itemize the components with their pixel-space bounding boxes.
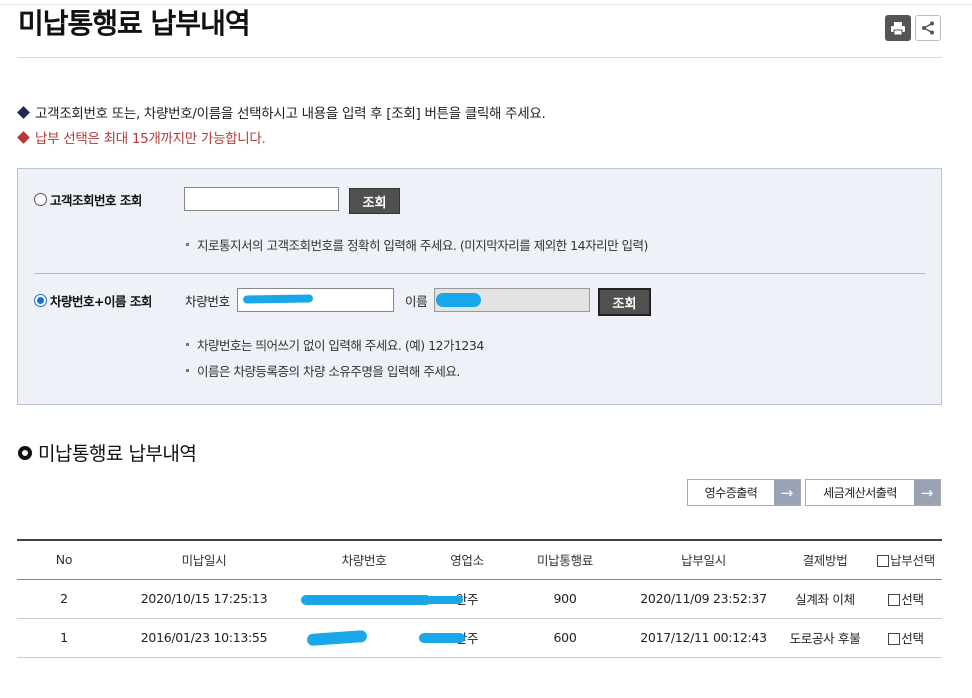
square-bullet-icon [186,343,189,346]
arrow-right-icon: → [774,480,800,505]
square-bullet-icon [186,369,189,372]
square-bullet-icon [186,243,189,246]
table-header-row: No 미납일시 차량번호 영업소 미납통행료 납부일시 결제방법 납부선택 [17,539,942,580]
share-icon [922,21,934,35]
payment-history-table: No 미납일시 차량번호 영업소 미납통행료 납부일시 결제방법 납부선택 2 … [17,539,942,658]
cell-method: 실계좌 이체 [780,579,870,619]
title-divider [17,57,942,58]
redaction-mark [419,632,465,643]
section-title: 미납통행료 납부내역 [18,439,197,466]
row-checkbox[interactable] [888,633,901,645]
table-row: 1 2016/01/23 10:13:55 안주 600 2017/12/11 … [17,618,942,658]
customer-number-hint: 지로통지서의 고객조회번호를 정확히 입력해 주세요. (미지막자리를 제외한 … [186,235,648,254]
arrow-right-icon: → [914,480,940,505]
header-office: 영업소 [431,539,503,580]
notice-text: 납부 선택은 최대 15개까지만 가능합니다. [35,131,266,147]
car-number-label: 차량번호 [185,294,230,309]
customer-query-button[interactable]: 조회 [349,188,400,214]
panel-divider [34,273,925,274]
receipt-print-button[interactable]: 영수증출력 → [687,479,801,506]
redaction-mark [436,293,481,307]
header-no: No [17,539,111,580]
cell-office: 안주 [423,579,503,619]
print-button[interactable] [885,15,911,41]
ring-bullet-icon [18,445,32,460]
radio-label: 차량번호+이름 조회 [50,294,152,309]
car-number-hint: 차량번호는 띄어쓰기 없이 입력해 주세요. (예) 12가1234 [186,335,484,354]
page-title: 미납통행료 납부내역 [18,7,251,40]
header-car-number: 차량번호 [297,539,431,580]
cell-no: 2 [17,579,111,619]
car-query-button[interactable]: 조회 [598,288,651,316]
redaction-mark [423,595,463,604]
radio-icon[interactable] [34,193,47,206]
select-all-checkbox[interactable] [877,555,890,568]
notice-text: 고객조회번호 또는, 차량번호/이름을 선택하시고 내용을 입력 후 [조회] … [35,106,546,122]
row-checkbox[interactable] [888,594,901,606]
search-panel: 고객조회번호 조회 조회 지로통지서의 고객조회번호를 정확히 입력해 주세요.… [17,168,942,405]
header-method: 결제방법 [780,539,870,580]
cell-office: 안주 [419,618,503,658]
radio-label: 고객조회번호 조회 [50,193,142,208]
tax-invoice-print-button[interactable]: 세금계산서출력 → [805,479,941,506]
redaction-mark [301,594,431,605]
diamond-bullet-icon [17,105,30,119]
owner-name-hint: 이름은 차량등록증의 차량 소유주명을 입력해 주세요. [186,361,460,380]
cell-amount: 900 [503,579,627,619]
cell-amount: 600 [503,618,627,658]
customer-number-input[interactable] [184,187,339,211]
header-select-all[interactable]: 납부선택 [870,539,942,580]
cell-car-number [297,579,431,619]
cell-paid-date: 2020/11/09 23:52:37 [627,579,780,619]
cell-unpaid-date: 2016/01/23 10:13:55 [111,618,297,658]
notice-limit: 납부 선택은 최대 15개까지만 가능합니다. [17,127,266,147]
header-amount: 미납통행료 [503,539,627,580]
header-paid-date: 납부일시 [627,539,780,580]
radio-checked-icon[interactable] [34,294,47,307]
header-unpaid-date: 미납일시 [111,539,297,580]
cell-unpaid-date: 2020/10/15 17:25:13 [111,579,297,619]
printer-icon [891,21,905,35]
radio-car-name[interactable]: 차량번호+이름 조회 [34,291,152,310]
notice-instruction: 고객조회번호 또는, 차량번호/이름을 선택하시고 내용을 입력 후 [조회] … [17,102,546,122]
cell-no: 1 [17,618,111,658]
table-row: 2 2020/10/15 17:25:13 안주 900 2020/11/09 … [17,579,942,619]
redaction-mark [242,294,314,304]
cell-method: 도로공사 후불 [780,618,870,658]
share-button[interactable] [915,15,941,41]
cell-paid-date: 2017/12/11 00:12:43 [627,618,780,658]
name-label: 이름 [405,294,428,309]
radio-customer-number[interactable]: 고객조회번호 조회 [34,190,142,209]
redaction-mark [306,629,368,646]
diamond-bullet-icon [17,130,30,144]
cell-select[interactable]: 선택 [870,618,942,658]
cell-select[interactable]: 선택 [870,579,942,619]
cell-car-number [297,618,431,658]
